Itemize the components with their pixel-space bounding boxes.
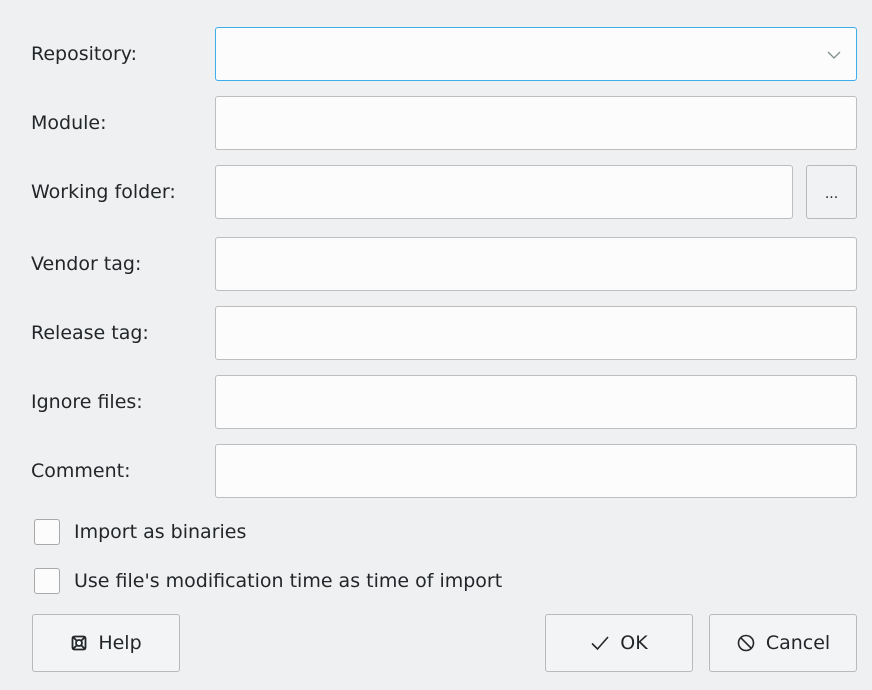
repository-combobox[interactable] xyxy=(215,27,857,81)
release-tag-label: Release tag: xyxy=(31,322,149,344)
use-mod-time-label: Use file's modification time as time of … xyxy=(74,570,503,592)
checkmark-icon xyxy=(590,635,610,651)
ok-button-label: OK xyxy=(620,632,648,654)
cancel-button-label: Cancel xyxy=(765,632,831,654)
vendor-tag-field[interactable] xyxy=(215,237,857,291)
comment-field[interactable] xyxy=(215,444,857,498)
working-folder-label: Working folder: xyxy=(31,181,176,203)
module-field[interactable] xyxy=(215,96,857,150)
browse-folder-button[interactable]: ... xyxy=(806,165,857,219)
use-mod-time-checkbox[interactable] xyxy=(34,568,60,594)
cancel-button[interactable]: Cancel xyxy=(709,614,857,672)
comment-label: Comment: xyxy=(31,460,131,482)
use-mod-time-option[interactable]: Use file's modification time as time of … xyxy=(34,566,502,596)
release-tag-field[interactable] xyxy=(215,306,857,360)
import-binaries-label: Import as binaries xyxy=(74,521,247,543)
repository-label: Repository: xyxy=(31,43,138,65)
help-button[interactable]: Help xyxy=(32,614,180,672)
ignore-files-label: Ignore files: xyxy=(31,391,143,413)
ok-button[interactable]: OK xyxy=(545,614,693,672)
working-folder-field[interactable] xyxy=(215,165,793,219)
help-button-label: Help xyxy=(98,632,142,654)
import-binaries-checkbox[interactable] xyxy=(34,519,60,545)
chevron-down-icon[interactable] xyxy=(826,47,842,63)
module-label: Module: xyxy=(31,112,107,134)
vendor-tag-label: Vendor tag: xyxy=(31,253,142,275)
import-binaries-option[interactable]: Import as binaries xyxy=(34,517,246,547)
cancel-icon xyxy=(736,633,756,653)
ignore-files-field[interactable] xyxy=(215,375,857,429)
lifebuoy-icon xyxy=(70,634,88,652)
